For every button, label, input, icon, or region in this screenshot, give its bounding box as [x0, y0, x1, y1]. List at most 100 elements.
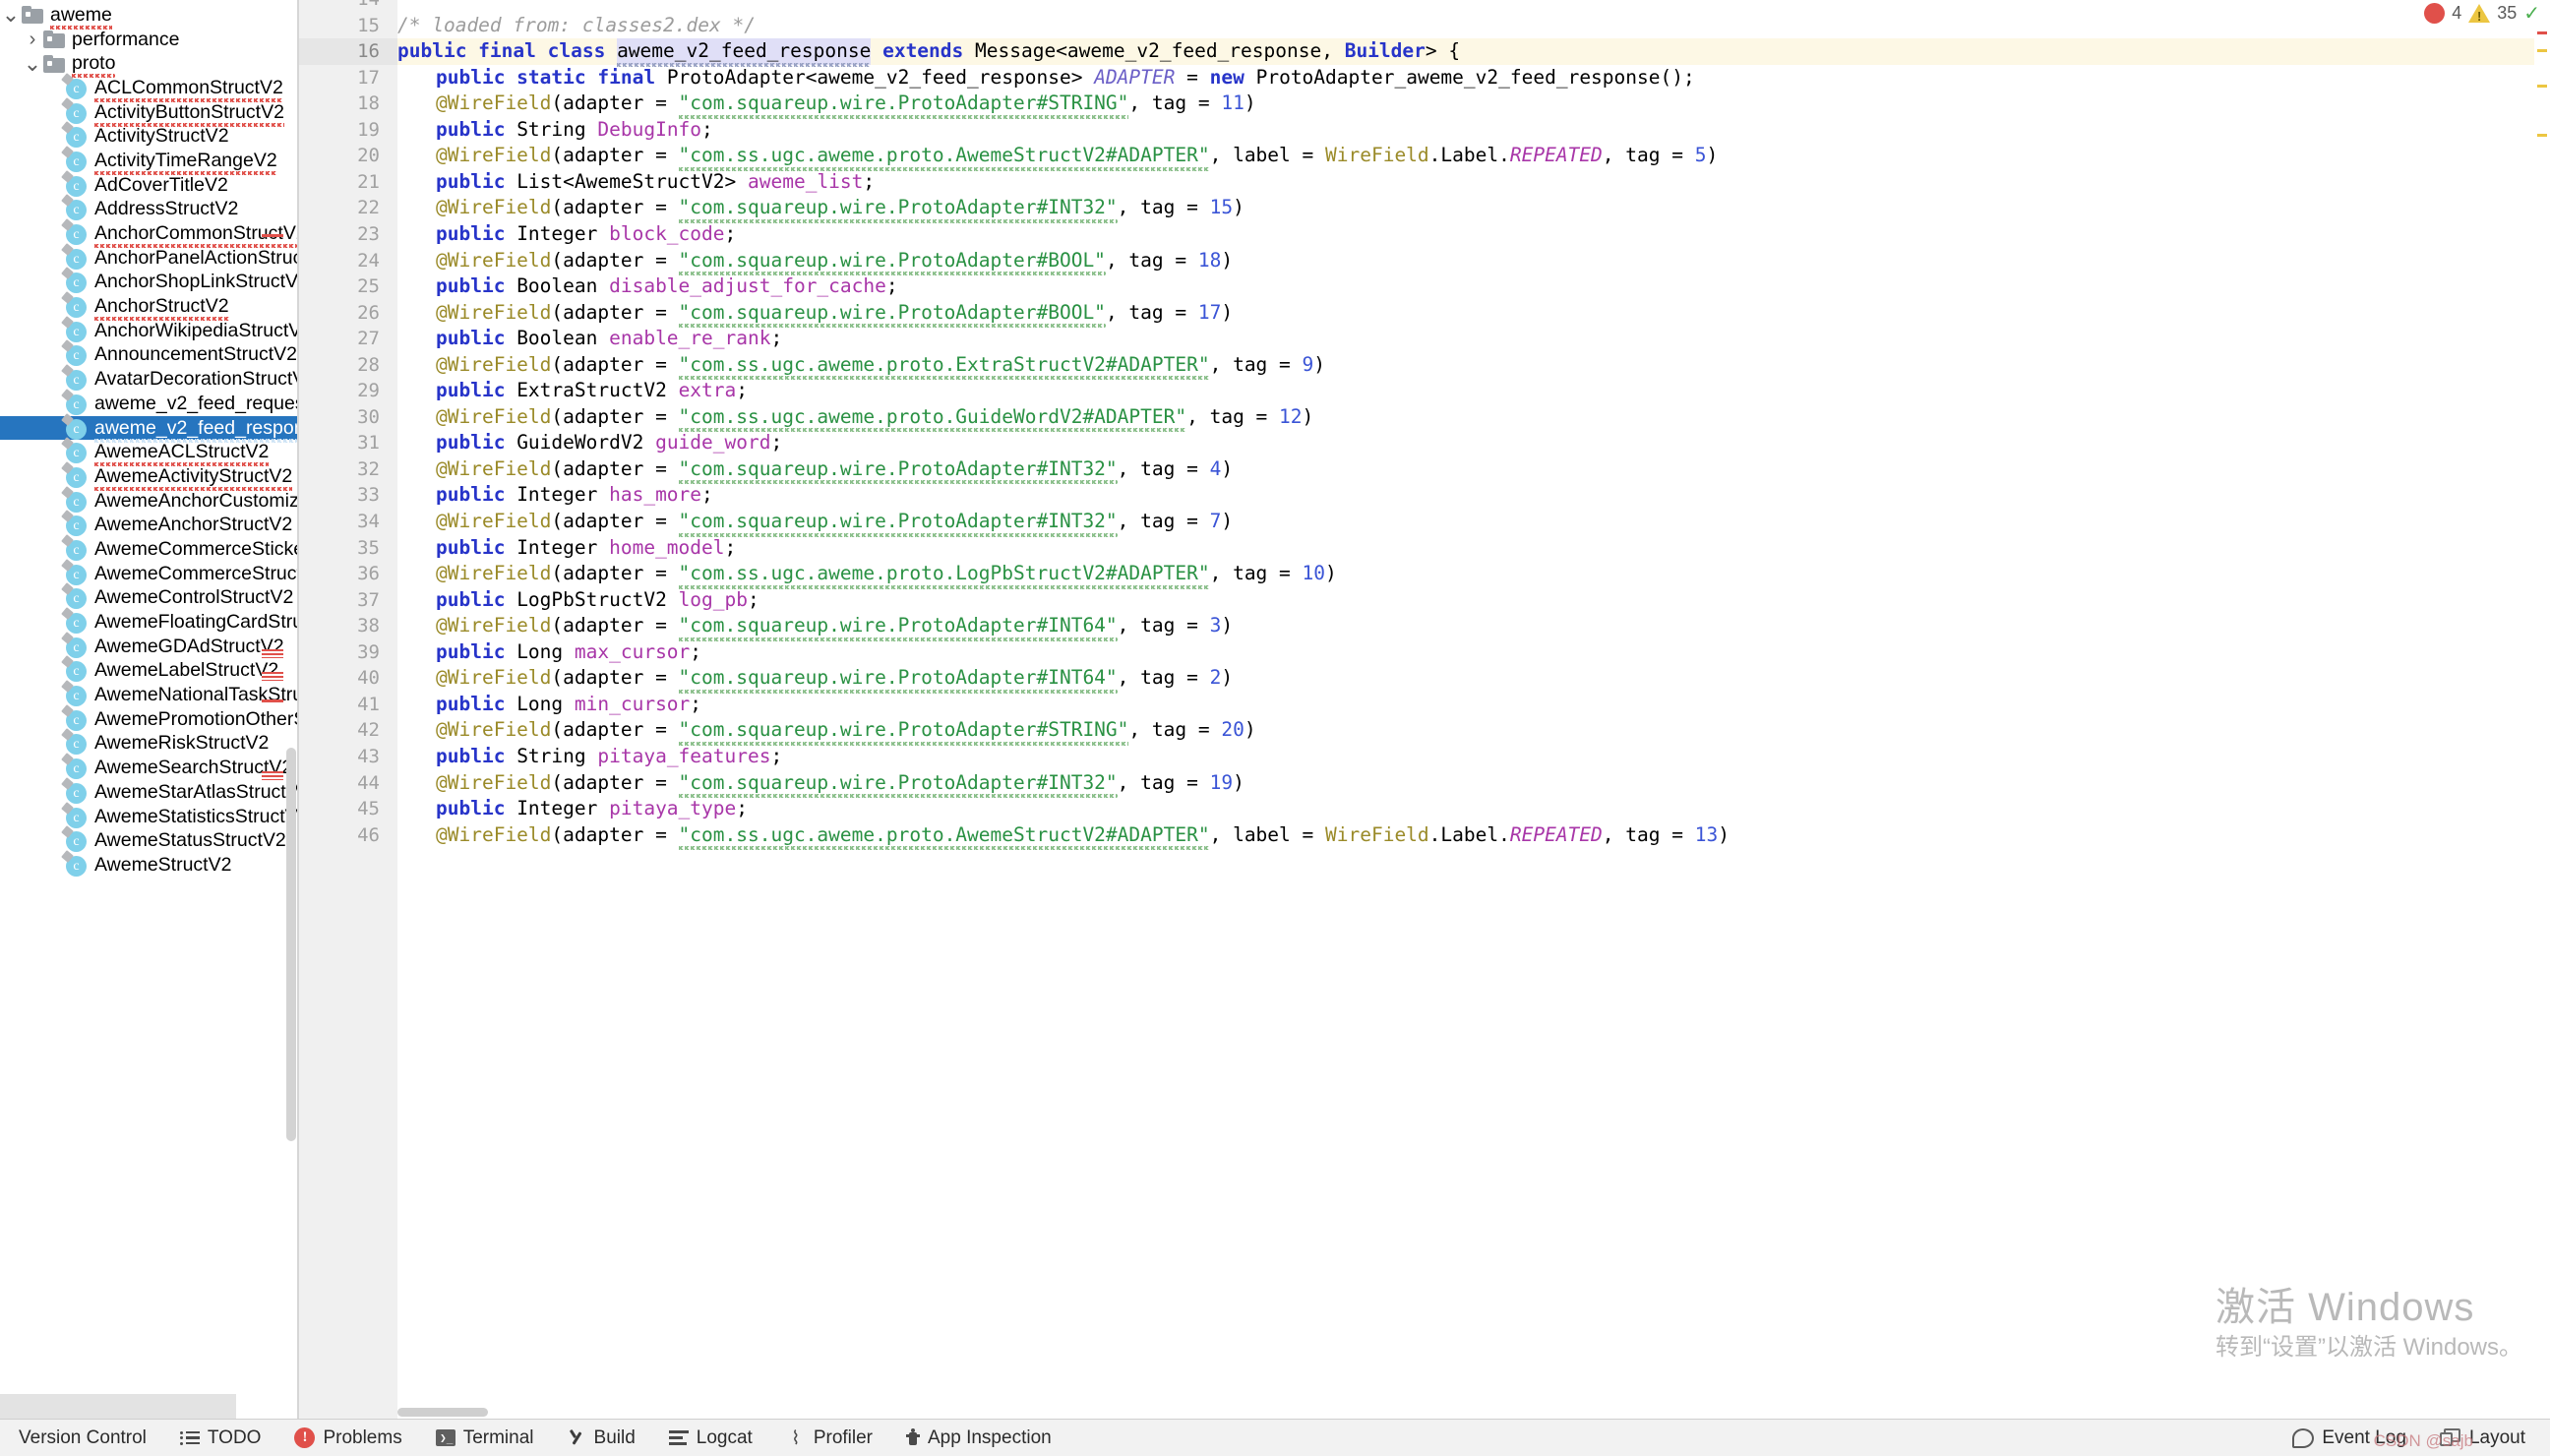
inspections-widget[interactable]: 4 ! 35 ✓	[2424, 0, 2540, 26]
code-line[interactable]: public Integer block_code;	[397, 221, 736, 248]
code-line[interactable]: @WireField(adapter = "com.ss.ugc.aweme.p…	[397, 352, 1325, 380]
code-line[interactable]: public GuideWordV2 guide_word;	[397, 430, 782, 456]
tree-item-awemenationaltaskstructv2[interactable]: c AwemeNationalTaskStructV2	[0, 680, 297, 707]
code-line[interactable]: @WireField(adapter = "com.ss.ugc.aweme.p…	[397, 822, 1730, 850]
line-number[interactable]: 26	[299, 300, 380, 327]
line-number[interactable]: 42	[299, 717, 380, 744]
code-text-area[interactable]: /* loaded from: classes2.dex */public fi…	[397, 0, 2550, 1419]
code-line[interactable]: @WireField(adapter = "com.squareup.wire.…	[397, 456, 1233, 484]
status-bar-item-logcat[interactable]: Logcat	[652, 1420, 769, 1456]
stripe-error-mark[interactable]	[2537, 31, 2547, 34]
code-line[interactable]: @WireField(adapter = "com.squareup.wire.…	[397, 665, 1233, 694]
line-number[interactable]: 36	[299, 561, 380, 587]
line-number-gutter[interactable]: 1415161718192021222324252627282930313233…	[299, 0, 397, 1419]
project-tree-pane[interactable]: ⌄ aweme › performance ⌄ proto c ACLCommonStruct…	[0, 0, 297, 1419]
status-bar-item-problems[interactable]: ! Problems	[277, 1420, 418, 1456]
tree-item-addressstructv2[interactable]: c AddressStructV2	[0, 194, 297, 222]
tree-item-awemestructv2[interactable]: c AwemeStructV2	[0, 850, 297, 878]
line-number[interactable]: 31	[299, 430, 380, 456]
status-bar-item-app-inspection[interactable]: App Inspection	[889, 1420, 1068, 1456]
tree-item-awemepromotionotherstruct[interactable]: c AwemePromotionOtherStruct	[0, 703, 297, 732]
project-tree[interactable]: ⌄ aweme › performance ⌄ proto c ACLCommonStruct…	[0, 0, 297, 878]
line-number[interactable]: 43	[299, 744, 380, 770]
tree-item-awemestaratlasstructv2[interactable]: c AwemeStarAtlasStructV2	[0, 777, 297, 805]
line-number[interactable]: 19	[299, 117, 380, 144]
line-number[interactable]: 27	[299, 326, 380, 352]
tree-item-anchorwikipediastructv2[interactable]: c AnchorWikipediaStructV2	[0, 315, 297, 343]
code-line[interactable]: @WireField(adapter = "com.squareup.wire.…	[397, 770, 1245, 798]
tree-item-aclcommonstructv2[interactable]: c ACLCommonStructV2	[0, 73, 297, 102]
editor-pane[interactable]: 1415161718192021222324252627282930313233…	[299, 0, 2550, 1419]
code-line[interactable]: public String DebugInfo;	[397, 117, 713, 144]
chevron-right-icon[interactable]: ›	[22, 30, 43, 49]
line-number[interactable]: 29	[299, 378, 380, 404]
tree-item-awemeaclstructv2[interactable]: c AwemeACLStructV2	[0, 437, 297, 467]
code-line[interactable]: @WireField(adapter = "com.squareup.wire.…	[397, 195, 1245, 223]
line-number[interactable]: 30	[299, 404, 380, 431]
tree-item-awemeanchorstructv2[interactable]: c AwemeAnchorStructV2	[0, 510, 297, 537]
tree-item-awemegdadstructv2[interactable]: c AwemeGDAdStructV2	[0, 631, 297, 659]
tree-item-announcementstructv2[interactable]: c AnnouncementStructV2	[0, 339, 297, 368]
line-number[interactable]: 34	[299, 509, 380, 535]
line-number[interactable]: 22	[299, 195, 380, 221]
tree-item-awemefloatingcardstructv2[interactable]: c AwemeFloatingCardStructV2	[0, 607, 297, 635]
status-bar-item-build[interactable]: Build	[551, 1420, 652, 1456]
line-number[interactable]: 45	[299, 796, 380, 822]
code-line[interactable]: public Integer pitaya_type;	[397, 796, 748, 822]
code-line[interactable]: @WireField(adapter = "com.squareup.wire.…	[397, 91, 1256, 119]
line-number[interactable]: 15	[299, 13, 380, 39]
line-number[interactable]: 21	[299, 169, 380, 196]
tree-item-anchorshoplinkstructv2[interactable]: c AnchorShopLinkStructV2	[0, 267, 297, 295]
tree-item-activitystructv2[interactable]: c ActivityStructV2	[0, 121, 297, 149]
code-line[interactable]: @WireField(adapter = "com.squareup.wire.…	[397, 300, 1233, 328]
code-line[interactable]: @WireField(adapter = "com.ss.ugc.aweme.p…	[397, 561, 1337, 589]
line-number[interactable]: 46	[299, 822, 380, 849]
code-line[interactable]: @WireField(adapter = "com.ss.ugc.aweme.p…	[397, 143, 1718, 171]
line-number[interactable]: 32	[299, 456, 380, 483]
code-line[interactable]: public ExtraStructV2 extra;	[397, 378, 748, 404]
error-stripe-bar[interactable]	[2534, 26, 2550, 1406]
code-line[interactable]: public static final ProtoAdapter<aweme_v…	[397, 65, 1695, 91]
code-line[interactable]: public String pitaya_features;	[397, 744, 782, 770]
line-number[interactable]: 35	[299, 535, 380, 562]
tree-item-performance[interactable]: › performance	[0, 28, 297, 52]
tree-item-awemecommercestructv2[interactable]: c AwemeCommerceStructV2	[0, 558, 297, 586]
project-tree-scrollbar[interactable]	[285, 0, 297, 1419]
tree-item-awemestatisticsstructv2[interactable]: c AwemeStatisticsStructV2	[0, 801, 297, 829]
stripe-warning-mark[interactable]	[2537, 85, 2547, 88]
code-line[interactable]: public Boolean enable_re_rank;	[397, 326, 782, 352]
tree-item-adcovertitlev2[interactable]: c AdCoverTitleV2	[0, 169, 297, 198]
code-line[interactable]: public List<AwemeStructV2> aweme_list;	[397, 169, 875, 196]
code-line[interactable]: @WireField(adapter = "com.squareup.wire.…	[397, 717, 1256, 746]
line-number[interactable]: 25	[299, 273, 380, 300]
tree-item-activitytimerangev2[interactable]: c ActivityTimeRangeV2	[0, 146, 297, 175]
status-bar-item-profiler[interactable]: ⌇ Profiler	[769, 1420, 889, 1456]
line-number[interactable]: 38	[299, 613, 380, 639]
stripe-warning-mark[interactable]	[2537, 134, 2547, 137]
line-number[interactable]: 33	[299, 482, 380, 509]
tree-item-avatardecorationstructv2[interactable]: c AvatarDecorationStructV2	[0, 364, 297, 392]
code-line[interactable]: @WireField(adapter = "com.squareup.wire.…	[397, 613, 1233, 641]
line-number[interactable]: 17	[299, 65, 380, 91]
line-number[interactable]: 14	[299, 0, 380, 13]
stripe-warning-mark[interactable]	[2537, 49, 2547, 52]
tree-item-aweme-v2-feed-response[interactable]: caweme_v2_feed_response	[0, 412, 297, 443]
tree-item-aweme[interactable]: ⌄ aweme	[0, 3, 297, 30]
tree-item-awemesearchstructv2[interactable]: c AwemeSearchStructV2	[0, 753, 297, 780]
code-line[interactable]: @WireField(adapter = "com.squareup.wire.…	[397, 509, 1233, 537]
line-number[interactable]: 44	[299, 770, 380, 797]
tree-item-awemeriskstructv2[interactable]: c AwemeRiskStructV2	[0, 728, 297, 757]
status-bar-item-layout[interactable]: Layout	[2423, 1420, 2542, 1456]
tree-item-proto[interactable]: ⌄ proto	[0, 51, 297, 79]
code-line[interactable]: public Long min_cursor;	[397, 692, 701, 718]
line-number[interactable]: 16	[299, 38, 380, 65]
scrollbar-thumb[interactable]	[286, 748, 296, 1141]
code-line[interactable]: @WireField(adapter = "com.squareup.wire.…	[397, 248, 1233, 275]
tree-item-anchorcommonstructv2[interactable]: c AnchorCommonStructV2	[0, 218, 297, 249]
status-bar-item-event-log[interactable]: Event Log	[2276, 1420, 2423, 1456]
tree-item-awemeanchorcustomizeddis[interactable]: c AwemeAnchorCustomizedDis	[0, 485, 297, 514]
tree-item-awemecommercestickerstru[interactable]: c AwemeCommerceStickerStru	[0, 534, 297, 562]
code-line[interactable]: public Boolean disable_adjust_for_cache;	[397, 273, 898, 300]
line-number[interactable]: 20	[299, 143, 380, 169]
tree-item-awemecontrolstructv2[interactable]: c AwemeControlStructV2	[0, 582, 297, 611]
